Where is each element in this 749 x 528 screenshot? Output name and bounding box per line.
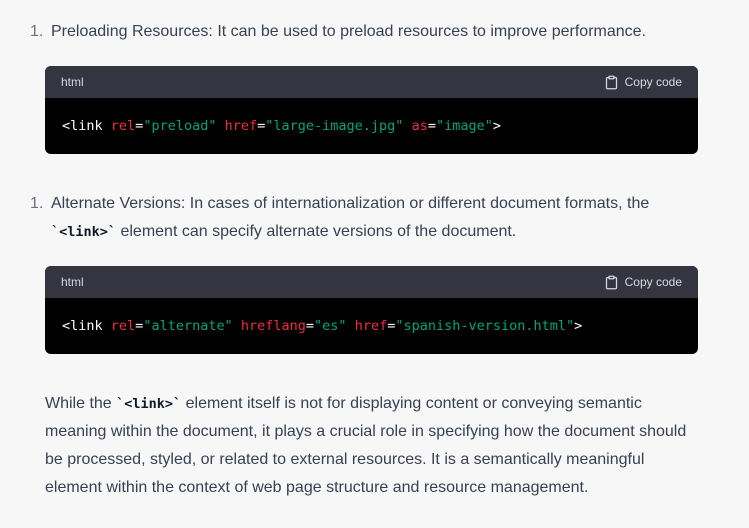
code-token: <link <box>62 118 111 134</box>
code-token: = <box>257 118 266 134</box>
item-text: In cases of internationalization or diff… <box>185 195 650 212</box>
code-content: <link rel = "preload" href = "large-image.jp… <box>45 98 698 154</box>
code-block-preload: html Copy code <link rel = "preload" href =… <box>45 66 698 154</box>
code-string: "spanish-version.html" <box>395 318 575 334</box>
code-string: "preload" <box>143 118 217 134</box>
item-text: It can be used to preload resources to i… <box>212 23 646 40</box>
code-content: <link rel = "alternate" hreflang = "es" href… <box>45 298 698 354</box>
code-token: = <box>427 118 436 134</box>
list-item-alternate: 1. Alternate Versions: In cases of intern… <box>30 190 710 246</box>
copy-code-label: Copy code <box>624 275 682 289</box>
code-token: <link <box>62 318 111 334</box>
code-token: = <box>135 118 144 134</box>
code-block-alternate: html Copy code <link rel = "alternate" hre… <box>45 266 698 354</box>
code-attribute: rel <box>110 118 136 134</box>
list-item-preloading: 1. Preloading Resources: It can be used t… <box>30 18 710 46</box>
inline-code: `<link>` <box>116 396 182 412</box>
inline-code: `<link>` <box>51 224 117 240</box>
code-token: > <box>574 318 583 334</box>
code-string: "es" <box>314 318 347 334</box>
code-language-label: html <box>61 75 84 89</box>
copy-code-button[interactable]: Copy code <box>604 75 682 90</box>
code-header: html Copy code <box>45 66 698 98</box>
clipboard-icon <box>605 75 617 89</box>
summary-paragraph: While the `<link>` element itself is not… <box>45 390 705 502</box>
code-token: > <box>492 118 502 134</box>
code-string: "image" <box>435 118 493 134</box>
code-attribute: as <box>411 118 428 134</box>
code-header: html Copy code <box>45 266 698 298</box>
item-continuation: `<link>` element can specify alternate v… <box>30 218 710 246</box>
code-token: = <box>387 318 396 334</box>
code-attribute: rel <box>110 318 136 334</box>
item-title: Alternate Versions: <box>51 195 186 212</box>
code-attribute: href <box>224 118 258 134</box>
code-attribute: href <box>354 318 388 334</box>
item-text: element can specify alternate versions o… <box>116 223 517 240</box>
code-string: "alternate" <box>143 318 233 334</box>
code-token: = <box>135 318 144 334</box>
code-string: "large-image.jpg" <box>265 118 404 134</box>
list-number: 1. <box>30 23 44 40</box>
code-token: = <box>305 318 315 334</box>
paragraph-text: While the <box>45 395 117 412</box>
list-number: 1. <box>30 195 44 212</box>
copy-code-label: Copy code <box>624 75 682 89</box>
code-language-label: html <box>61 275 84 289</box>
copy-code-button[interactable]: Copy code <box>604 275 682 290</box>
clipboard-icon <box>605 275 617 289</box>
item-title: Preloading Resources: <box>51 23 213 40</box>
code-attribute: hreflang <box>240 318 306 334</box>
